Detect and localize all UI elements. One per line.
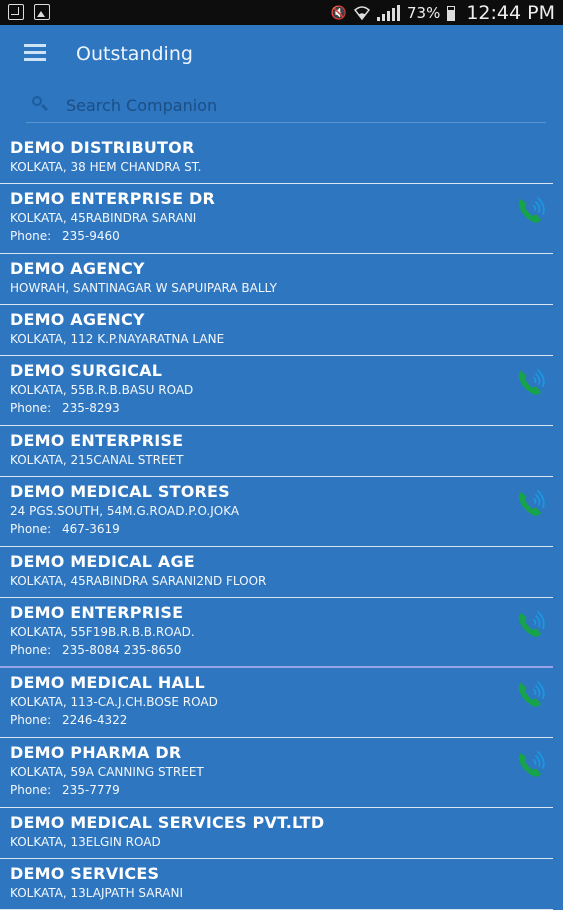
phone-number: 235-7779 [62, 783, 120, 797]
list-item[interactable]: DEMO MEDICAL AGE KOLKATA, 45RABINDRA SARA… [0, 547, 553, 598]
phone-label: Phone: [10, 643, 52, 657]
search-bar [26, 88, 546, 123]
companion-name: DEMO SERVICES [10, 864, 160, 883]
companion-address: KOLKATA, 215CANAL STREET [10, 453, 184, 467]
companion-address: HOWRAH, SANTINAGAR W SAPUIPARA BALLY [10, 281, 277, 295]
companion-phone: Phone: 235-8084 235-8650 [10, 641, 543, 659]
call-icon[interactable] [515, 194, 547, 226]
call-icon[interactable] [515, 748, 547, 780]
phone-number: 235-8084 235-8650 [62, 643, 182, 657]
list-item[interactable]: DEMO SURGICAL KOLKATA, 55B.R.B.BASU ROAD P… [0, 356, 553, 426]
phone-number: 467-3619 [62, 522, 120, 536]
menu-icon[interactable] [24, 44, 46, 62]
list-item[interactable]: DEMO ENTERPRISE DR KOLKATA, 45RABINDRA SA… [0, 184, 553, 254]
call-icon[interactable] [515, 487, 547, 519]
status-bar: 🔇 73% 12:44 PM [0, 0, 563, 25]
phone-number: 235-8293 [62, 401, 120, 415]
companion-name: DEMO MEDICAL SERVICES PVT.LTD [10, 813, 325, 832]
phone-number: 235-9460 [62, 229, 120, 243]
list-item[interactable]: DEMO PHARMA DR KOLKATA, 59A CANNING STREE… [0, 738, 553, 808]
companion-address: KOLKATA, 45RABINDRA SARANI2ND FLOOR [10, 574, 267, 588]
companion-name: DEMO ENTERPRISE [10, 603, 184, 622]
companion-phone: Phone: 235-9460 [10, 227, 543, 245]
companion-name: DEMO MEDICAL AGE [10, 552, 195, 571]
call-icon[interactable] [515, 608, 547, 640]
page-title: Outstanding [76, 43, 193, 65]
companion-address: KOLKATA, 55F19B.R.B.B.ROAD. [10, 625, 195, 639]
signal-icon [377, 5, 400, 21]
list-item[interactable]: DEMO MEDICAL SERVICES PVT.LTD KOLKATA, 13… [0, 808, 553, 859]
companion-address: KOLKATA, 113-CA.J.CH.BOSE ROAD [10, 695, 218, 709]
companion-address: KOLKATA, 38 HEM CHANDRA ST. [10, 160, 202, 174]
list-item[interactable]: DEMO ENTERPRISE KOLKATA, 55F19B.R.B.B.ROA… [0, 598, 553, 668]
companion-name: DEMO ENTERPRISE DR [10, 189, 216, 208]
phone-label: Phone: [10, 401, 52, 415]
companion-address: KOLKATA, 13ELGIN ROAD [10, 835, 161, 849]
list-item[interactable]: DEMO MEDICAL STORES 24 PGS.SOUTH, 54M.G.R… [0, 477, 553, 547]
companion-phone: Phone: 467-3619 [10, 520, 543, 538]
companion-name: DEMO MEDICAL STORES [10, 482, 230, 501]
companion-address: KOLKATA, 112 K.P.NAYARATNA LANE [10, 332, 225, 346]
companion-name: DEMO AGENCY [10, 259, 145, 278]
battery-icon [447, 5, 456, 21]
companion-name: DEMO MEDICAL HALL [10, 673, 205, 692]
phone-label: Phone: [10, 522, 52, 536]
app-bar: Outstanding [0, 25, 563, 83]
companion-phone: Phone: 2246-4322 [10, 711, 543, 729]
companion-address: KOLKATA, 59A CANNING STREET [10, 765, 204, 779]
call-icon[interactable] [515, 366, 547, 398]
list-item[interactable]: DEMO AGENCY KOLKATA, 112 K.P.NAYARATNA LA… [0, 305, 553, 356]
companion-name: DEMO DISTRIBUTOR [10, 138, 195, 157]
wifi-icon [354, 6, 370, 20]
clock: 12:44 PM [466, 2, 555, 24]
companion-list: DEMO DISTRIBUTOR KOLKATA, 38 HEM CHANDRA … [0, 133, 563, 910]
list-item[interactable]: DEMO DISTRIBUTOR KOLKATA, 38 HEM CHANDRA … [0, 133, 553, 184]
list-item[interactable]: DEMO SERVICES KOLKATA, 13LAJPATH SARANI [0, 859, 553, 910]
companion-address: 24 PGS.SOUTH, 54M.G.ROAD.P.O.JOKA [10, 504, 240, 518]
phone-number: 2246-4322 [62, 713, 128, 727]
companion-address: KOLKATA, 13LAJPATH SARANI [10, 886, 184, 900]
phone-label: Phone: [10, 229, 52, 243]
companion-address: KOLKATA, 45RABINDRA SARANI [10, 211, 197, 225]
notification-icon [8, 4, 24, 20]
list-item[interactable]: DEMO MEDICAL HALL KOLKATA, 113-CA.J.CH.BO… [0, 668, 553, 738]
call-icon[interactable] [515, 678, 547, 710]
mute-icon: 🔇 [330, 5, 347, 21]
search-icon [32, 96, 45, 109]
list-item[interactable]: DEMO ENTERPRISE KOLKATA, 215CANAL STREET [0, 426, 553, 477]
image-notification-icon [34, 4, 50, 20]
phone-label: Phone: [10, 713, 52, 727]
search-input[interactable] [64, 91, 538, 119]
companion-address: KOLKATA, 55B.R.B.BASU ROAD [10, 383, 194, 397]
companion-name: DEMO ENTERPRISE [10, 431, 184, 450]
companion-phone: Phone: 235-8293 [10, 399, 543, 417]
phone-label: Phone: [10, 783, 52, 797]
companion-name: DEMO AGENCY [10, 310, 145, 329]
companion-name: DEMO PHARMA DR [10, 743, 182, 762]
companion-name: DEMO SURGICAL [10, 361, 163, 380]
list-item[interactable]: DEMO AGENCY HOWRAH, SANTINAGAR W SAPUIPAR… [0, 254, 553, 305]
battery-percent: 73% [407, 4, 441, 22]
companion-phone: Phone: 235-7779 [10, 781, 543, 799]
